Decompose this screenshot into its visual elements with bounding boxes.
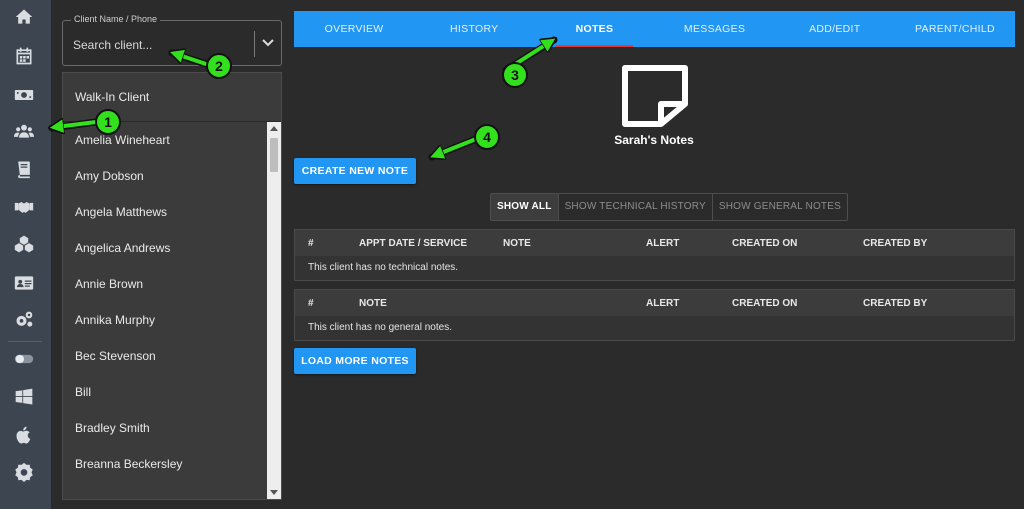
home-icon[interactable] xyxy=(12,6,36,28)
col-header-created-on: CREATED ON xyxy=(732,238,798,249)
scroll-thumb[interactable] xyxy=(270,138,278,172)
tab-overview[interactable]: OVERVIEW xyxy=(294,11,414,47)
products-icon[interactable] xyxy=(12,233,36,255)
sticky-note-icon xyxy=(621,64,689,128)
tab-parent-child[interactable]: PARENT/CHILD xyxy=(895,11,1015,47)
list-item[interactable]: Angela Matthews xyxy=(63,194,281,230)
filter-show-all[interactable]: SHOW ALL xyxy=(491,194,559,220)
client-list: Walk-In Client Amelia Wineheart Amy Dobs… xyxy=(62,72,282,500)
annotation-badge-4: 4 xyxy=(474,124,500,150)
col-header-created-by: CREATED BY xyxy=(863,238,928,249)
col-header-appt-date: APPT DATE / SERVICE xyxy=(359,238,467,249)
col-header-created-on: CREATED ON xyxy=(732,298,798,309)
table-empty-message: This client has no technical notes. xyxy=(308,262,459,273)
list-item[interactable]: Annika Murphy xyxy=(63,302,281,338)
load-more-notes-button[interactable]: LOAD MORE NOTES xyxy=(294,348,416,374)
annotation-badge-2: 2 xyxy=(206,53,232,79)
list-item[interactable]: Bradley Smith xyxy=(63,410,281,446)
notes-title: Sarah's Notes xyxy=(614,133,694,147)
icon-rail xyxy=(0,0,51,509)
col-header-number: # xyxy=(308,238,314,249)
client-search-field[interactable]: Client Name / Phone xyxy=(62,14,282,66)
col-header-note: NOTE xyxy=(503,238,531,249)
field-divider xyxy=(254,31,255,57)
col-header-note: NOTE xyxy=(359,298,387,309)
client-search-label: Client Name / Phone xyxy=(71,14,161,24)
clients-icon[interactable] xyxy=(12,120,36,142)
annotation-badge-3: 3 xyxy=(502,62,528,88)
tab-add-edit[interactable]: ADD/EDIT xyxy=(775,11,895,47)
windows-icon[interactable] xyxy=(12,386,36,408)
table-header: # NOTE ALERT CREATED ON CREATED BY xyxy=(295,290,1014,316)
filter-show-technical-history[interactable]: SHOW TECHNICAL HISTORY xyxy=(559,194,713,220)
tab-messages[interactable]: MESSAGES xyxy=(655,11,775,47)
filter-show-general-notes[interactable]: SHOW GENERAL NOTES xyxy=(713,194,847,220)
list-item[interactable]: Bill xyxy=(63,374,281,410)
toggle-icon[interactable] xyxy=(12,348,36,370)
tab-notes[interactable]: NOTES xyxy=(534,11,654,47)
chevron-down-icon[interactable] xyxy=(261,35,275,49)
create-new-note-button[interactable]: CREATE NEW NOTE xyxy=(294,158,416,184)
col-header-created-by: CREATED BY xyxy=(863,298,928,309)
technical-notes-table: # APPT DATE / SERVICE NOTE ALERT CREATED… xyxy=(294,229,1015,281)
scroll-down-icon[interactable] xyxy=(270,490,278,495)
tab-history[interactable]: HISTORY xyxy=(414,11,534,47)
book-icon[interactable] xyxy=(12,158,36,180)
money-icon[interactable] xyxy=(12,84,36,106)
rail-divider xyxy=(8,341,42,342)
table-empty-message: This client has no general notes. xyxy=(308,322,452,333)
client-tabs: OVERVIEW HISTORY NOTES MESSAGES ADD/EDIT… xyxy=(294,11,1015,47)
handshake-icon[interactable] xyxy=(12,196,36,218)
client-search-input[interactable] xyxy=(73,35,243,55)
table-header: # APPT DATE / SERVICE NOTE ALERT CREATED… xyxy=(295,230,1014,256)
list-item[interactable]: Angelica Andrews xyxy=(63,230,281,266)
settings-icon[interactable] xyxy=(12,309,36,331)
client-items: Amelia Wineheart Amy Dobson Angela Matth… xyxy=(63,122,281,482)
calendar-icon[interactable] xyxy=(12,45,36,67)
notes-filter-group: SHOW ALL SHOW TECHNICAL HISTORY SHOW GEN… xyxy=(490,193,848,221)
apple-icon[interactable] xyxy=(12,424,36,446)
client-list-scrollbar[interactable] xyxy=(267,122,281,499)
list-item[interactable]: Annie Brown xyxy=(63,266,281,302)
list-item[interactable]: Breanna Beckersley xyxy=(63,446,281,482)
col-header-number: # xyxy=(308,298,314,309)
list-item[interactable]: Amy Dobson xyxy=(63,158,281,194)
annotation-badge-1: 1 xyxy=(95,109,121,135)
col-header-alert: ALERT xyxy=(646,298,680,309)
gear-badge-icon[interactable] xyxy=(12,461,36,483)
general-notes-table: # NOTE ALERT CREATED ON CREATED BY This … xyxy=(294,289,1015,341)
arrow-4 xyxy=(436,137,478,155)
id-card-icon[interactable] xyxy=(12,272,36,294)
list-item[interactable]: Bec Stevenson xyxy=(63,338,281,374)
col-header-alert: ALERT xyxy=(646,238,680,249)
scroll-up-icon[interactable] xyxy=(270,126,278,131)
